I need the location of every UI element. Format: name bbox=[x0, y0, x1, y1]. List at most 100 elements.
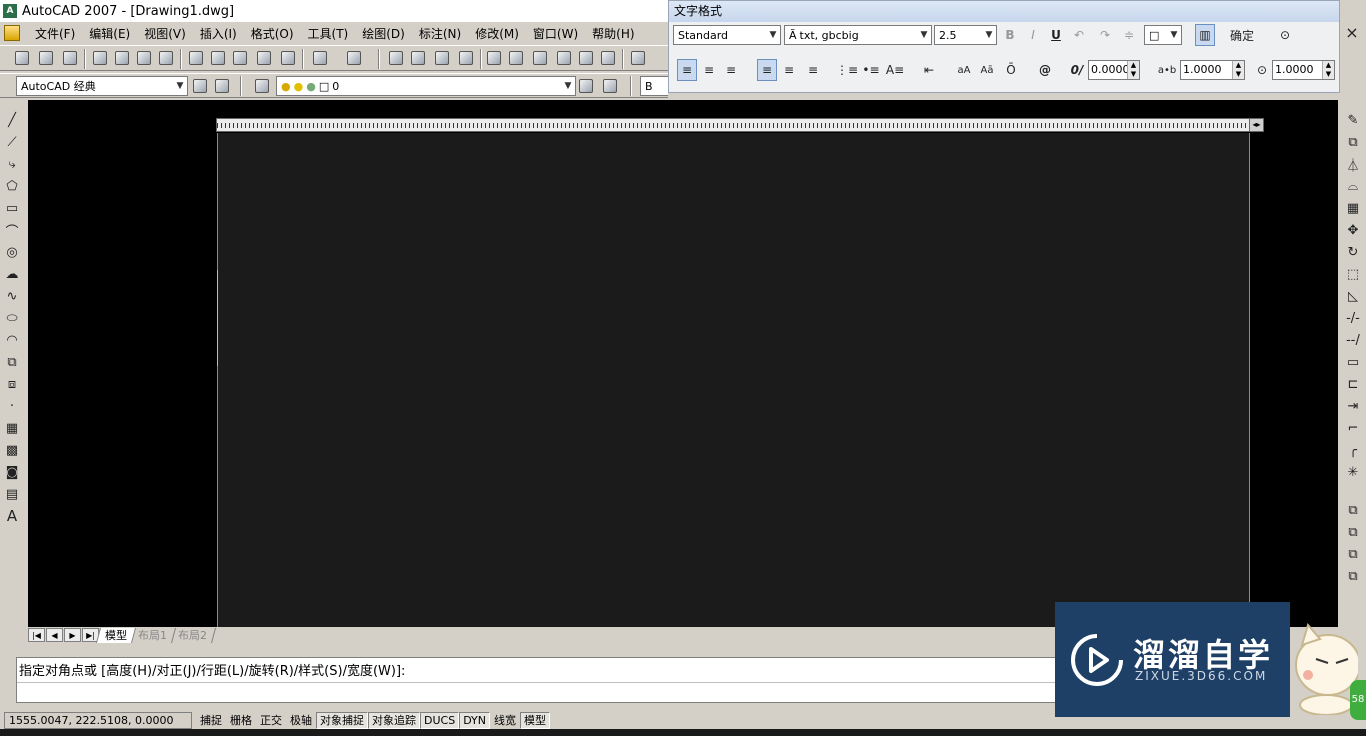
tab-layout2[interactable]: 布局2 bbox=[169, 627, 217, 643]
symbol-button[interactable]: @ bbox=[1035, 59, 1055, 81]
options-icon[interactable]: ⊙ bbox=[1275, 24, 1295, 46]
ellipse-icon[interactable]: ⬭ bbox=[2, 308, 22, 328]
break-at-point-icon[interactable]: ▭ bbox=[1343, 352, 1363, 372]
first-tab-icon[interactable]: |◀ bbox=[28, 628, 45, 642]
align-center-icon[interactable]: ≡ bbox=[699, 59, 719, 81]
text-color-dropdown[interactable]: □ ▼ bbox=[1144, 25, 1182, 45]
fillet-icon[interactable]: ╭ bbox=[1343, 440, 1363, 460]
snap-toggle[interactable]: 捕捉 bbox=[196, 712, 226, 729]
trim-icon[interactable]: -/- bbox=[1343, 308, 1363, 328]
sheet-set-icon[interactable] bbox=[554, 48, 574, 68]
zoom-window-icon[interactable] bbox=[432, 48, 452, 68]
font-dropdown[interactable]: Ã txt, gbcbig ▼ bbox=[784, 25, 932, 45]
model-toggle[interactable]: 模型 bbox=[520, 711, 551, 729]
paste-icon[interactable] bbox=[230, 48, 250, 68]
menu-insert[interactable]: 插入(I) bbox=[193, 25, 244, 42]
layer-previous-icon[interactable] bbox=[600, 76, 620, 96]
bullets-icon[interactable]: •≡ bbox=[861, 59, 881, 81]
text-height-dropdown[interactable]: 2.5 ▼ bbox=[934, 25, 997, 45]
plot-preview-icon[interactable] bbox=[112, 48, 132, 68]
italic-button[interactable]: I bbox=[1023, 24, 1043, 46]
overline-icon[interactable]: Ō bbox=[1001, 59, 1021, 81]
spline-icon[interactable]: ∿ bbox=[2, 286, 22, 306]
menu-draw[interactable]: 绘图(D) bbox=[355, 25, 412, 42]
undo-icon[interactable]: ↶ bbox=[1069, 24, 1089, 46]
text-style-dropdown[interactable]: Standard ▼ bbox=[673, 25, 781, 45]
bring-above-icon[interactable]: ⧉ bbox=[1343, 544, 1363, 564]
array-icon[interactable]: ▦ bbox=[1343, 198, 1363, 218]
text-ruler[interactable] bbox=[216, 118, 1250, 132]
menu-file[interactable]: 文件(F) bbox=[28, 25, 82, 42]
extend-icon[interactable]: --/ bbox=[1343, 330, 1363, 350]
multiline-text-icon[interactable]: A bbox=[2, 506, 22, 526]
zoom-previous-icon[interactable] bbox=[456, 48, 476, 68]
numbering-icon[interactable]: ⋮≡ bbox=[836, 59, 858, 81]
align-left-icon[interactable]: ≡ bbox=[677, 59, 697, 81]
undo-icon[interactable] bbox=[310, 48, 330, 68]
otrack-toggle[interactable]: 对象追踪 bbox=[368, 711, 420, 729]
make-block-icon[interactable]: ⧈ bbox=[2, 374, 22, 394]
circle-icon[interactable]: ◎ bbox=[2, 242, 22, 262]
ruler-toggle-icon[interactable]: ▥ bbox=[1195, 24, 1215, 46]
3d-dwf-icon[interactable] bbox=[156, 48, 176, 68]
design-center-icon[interactable] bbox=[506, 48, 526, 68]
oblique-angle-input[interactable]: 0.0000 ▲ ▼ bbox=[1088, 60, 1140, 80]
next-tab-icon[interactable]: ▶ bbox=[64, 628, 81, 642]
polar-toggle[interactable]: 极轴 bbox=[286, 712, 316, 729]
spinner-icon[interactable]: ▲ ▼ bbox=[1322, 61, 1334, 79]
break-icon[interactable]: ⊏ bbox=[1343, 374, 1363, 394]
explode-icon[interactable]: ✳ bbox=[1343, 462, 1363, 482]
save-workspace-icon[interactable] bbox=[212, 76, 232, 96]
menu-view[interactable]: 视图(V) bbox=[137, 25, 193, 42]
rectangle-icon[interactable]: ▭ bbox=[2, 198, 22, 218]
send-under-icon[interactable]: ⧉ bbox=[1343, 566, 1363, 586]
copy-object-icon[interactable]: ⧉ bbox=[1343, 132, 1363, 152]
align-top-icon[interactable]: ≡ bbox=[757, 59, 777, 81]
new-icon[interactable] bbox=[12, 48, 32, 68]
workspace-dropdown[interactable]: AutoCAD 经典 ▼ bbox=[16, 76, 188, 96]
dyn-toggle[interactable]: DYN bbox=[459, 711, 491, 729]
tracking-input[interactable]: 1.0000 ▲ ▼ bbox=[1180, 60, 1245, 80]
menu-help[interactable]: 帮助(H) bbox=[585, 25, 641, 42]
menu-format[interactable]: 格式(O) bbox=[244, 25, 301, 42]
table-icon[interactable]: ▤ bbox=[2, 484, 22, 504]
ducs-toggle[interactable]: DUCS bbox=[420, 711, 460, 729]
calculator-icon[interactable] bbox=[598, 48, 618, 68]
ortho-toggle[interactable]: 正交 bbox=[256, 712, 286, 729]
mtext-editor[interactable] bbox=[217, 133, 1250, 627]
autocad-app-icon[interactable]: A bbox=[3, 4, 17, 18]
gradient-icon[interactable]: ▩ bbox=[2, 440, 22, 460]
arc-icon[interactable]: ⌒ bbox=[2, 220, 22, 240]
spinner-icon[interactable]: ▲ ▼ bbox=[1127, 61, 1139, 79]
line-icon[interactable]: ╱ bbox=[2, 110, 22, 130]
prev-tab-icon[interactable]: ◀ bbox=[46, 628, 63, 642]
menu-tools[interactable]: 工具(T) bbox=[301, 25, 356, 42]
letters-icon[interactable]: A≡ bbox=[885, 59, 905, 81]
polygon-icon[interactable]: ⬠ bbox=[2, 176, 22, 196]
menu-window[interactable]: 窗口(W) bbox=[526, 25, 585, 42]
stretch-icon[interactable]: ◺ bbox=[1343, 286, 1363, 306]
match-properties-icon[interactable] bbox=[254, 48, 274, 68]
tool-palettes-icon[interactable] bbox=[530, 48, 550, 68]
lowercase-icon[interactable]: Aā bbox=[977, 59, 997, 81]
help-icon[interactable] bbox=[628, 48, 648, 68]
open-icon[interactable] bbox=[36, 48, 56, 68]
mirror-icon[interactable]: ⏃ bbox=[1343, 154, 1363, 174]
publish-icon[interactable] bbox=[134, 48, 154, 68]
copy-icon[interactable] bbox=[208, 48, 228, 68]
color-dropdown[interactable]: B bbox=[640, 76, 668, 96]
spinner-icon[interactable]: ▲ ▼ bbox=[1232, 61, 1244, 79]
lineweight-toggle[interactable]: 线宽 bbox=[490, 712, 520, 729]
zoom-realtime-icon[interactable] bbox=[408, 48, 428, 68]
width-factor-input[interactable]: 1.0000 ▲ ▼ bbox=[1272, 60, 1335, 80]
markup-icon[interactable] bbox=[576, 48, 596, 68]
layer-manager-icon[interactable] bbox=[252, 76, 272, 96]
tab-layout1[interactable]: 布局1 bbox=[129, 627, 177, 643]
draw-order-back-icon[interactable]: ⧉ bbox=[1343, 522, 1363, 542]
polyline-icon[interactable]: ⤷ bbox=[2, 154, 22, 174]
cut-icon[interactable] bbox=[186, 48, 206, 68]
align-bottom-icon[interactable]: ≡ bbox=[803, 59, 823, 81]
uppercase-icon[interactable]: aA bbox=[954, 59, 974, 81]
save-icon[interactable] bbox=[60, 48, 80, 68]
grid-toggle[interactable]: 栅格 bbox=[226, 712, 256, 729]
